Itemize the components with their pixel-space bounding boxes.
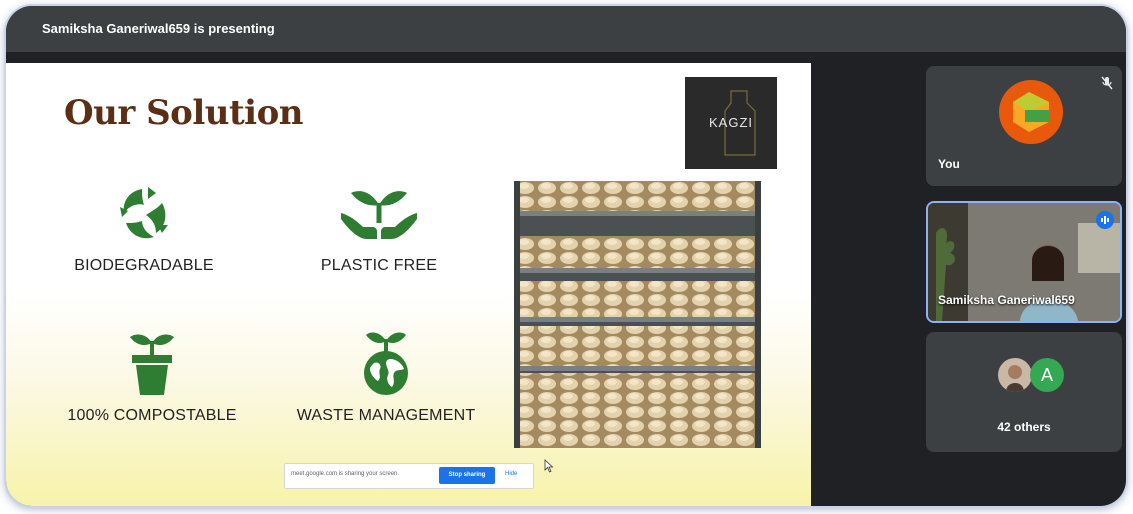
earth-sprout-icon xyxy=(364,332,408,395)
feature-label: WASTE MANAGEMENT xyxy=(296,407,476,424)
share-message: meet.google.com is sharing your screen. xyxy=(291,471,400,477)
slide-title: Our Solution xyxy=(64,93,303,133)
feature-label: PLASTIC FREE xyxy=(320,257,438,274)
presenter-label: Samiksha Ganeriwal659 is presenting xyxy=(42,21,275,36)
stop-sharing-button[interactable]: Stop sharing xyxy=(439,467,495,484)
participant-tile-others[interactable]: A 42 others xyxy=(926,332,1122,452)
participant-tile-speaker[interactable]: Samiksha Ganeriwal659 xyxy=(926,201,1122,323)
potted-plant-icon xyxy=(130,334,174,395)
feature-waste-management: WASTE MANAGEMENT xyxy=(286,331,486,425)
avatar-letter: A xyxy=(1030,358,1064,392)
participant-name: You xyxy=(938,157,960,171)
presenter-bar: Samiksha Ganeriwal659 is presenting xyxy=(6,6,1126,52)
others-count: 42 others xyxy=(997,420,1051,434)
feature-label: BIODEGRADABLE xyxy=(74,257,214,274)
feature-plastic-free: PLASTIC FREE xyxy=(279,183,479,275)
feature-compostable: 100% COMPOSTABLE xyxy=(52,331,252,425)
recycle-leaves-icon xyxy=(120,187,168,239)
participant-name: Samiksha Ganeriwal659 xyxy=(938,293,1075,307)
meet-window: Samiksha Ganeriwal659 is presenting Our … xyxy=(6,6,1126,506)
mouse-cursor-icon xyxy=(544,459,554,473)
hide-button[interactable]: Hide xyxy=(505,471,517,477)
speaking-indicator-icon xyxy=(1096,211,1114,229)
screen-share-notification: meet.google.com is sharing your screen. … xyxy=(284,463,534,489)
avatar-photo xyxy=(998,358,1032,392)
shared-slide: Our Solution KAGZI BIODEGRADABLE PLASTIC… xyxy=(6,63,811,506)
egg-trays-photo xyxy=(514,181,761,448)
feature-label: 100% COMPOSTABLE xyxy=(67,407,237,424)
egg-trays-drying-racks-photo xyxy=(514,181,761,448)
logo-text: KAGZI xyxy=(708,115,753,130)
plant-in-hands-icon xyxy=(341,191,417,239)
participant-tile-you[interactable]: You xyxy=(926,66,1122,186)
feature-biodegradable: BIODEGRADABLE xyxy=(44,183,244,275)
avatar-you xyxy=(999,80,1063,144)
mic-off-icon xyxy=(1101,76,1113,90)
kagzi-logo: KAGZI xyxy=(685,77,777,169)
